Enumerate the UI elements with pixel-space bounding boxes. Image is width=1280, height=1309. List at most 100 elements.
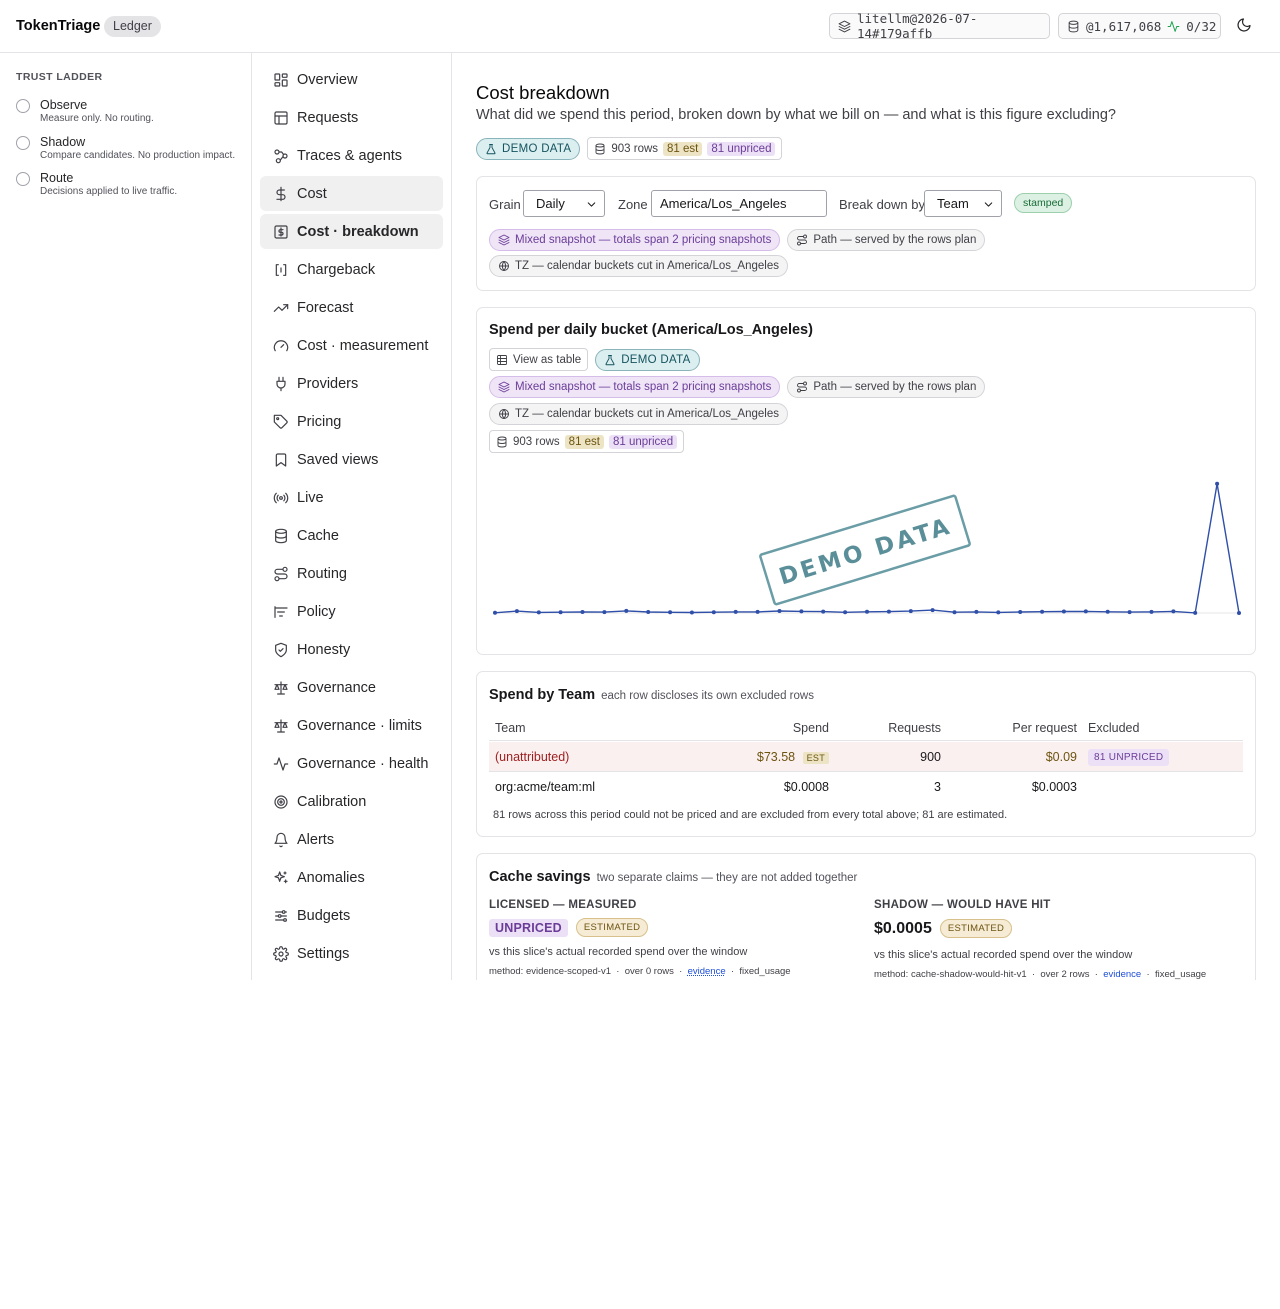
nav-item-cache[interactable]: Cache xyxy=(260,518,443,553)
data-point[interactable] xyxy=(514,609,519,614)
tz-label: TZ — calendar buckets cut in America/Los… xyxy=(515,260,779,272)
data-point[interactable] xyxy=(930,608,935,613)
nav-item-alerts[interactable]: Alerts xyxy=(260,822,443,857)
bookmark-icon xyxy=(273,452,289,468)
chart-provenance-chips: Mixed snapshot — totals span 2 pricing s… xyxy=(489,376,986,398)
data-point[interactable] xyxy=(624,608,629,613)
table-header: Team Spend Requests Per request Excluded xyxy=(489,719,1243,741)
nav-item-settings[interactable]: Settings xyxy=(260,936,443,971)
data-point[interactable] xyxy=(536,610,541,615)
data-point[interactable] xyxy=(777,609,782,613)
estimated-badge: ESTIMATED xyxy=(575,918,649,937)
nav-item-cost[interactable]: Cost xyxy=(260,176,443,211)
nav-item-cost-measurement[interactable]: Cost · measurement xyxy=(260,328,443,363)
col-per-request[interactable]: Per request xyxy=(1012,721,1077,735)
nav-item-saved-views[interactable]: Saved views xyxy=(260,442,443,477)
data-point[interactable] xyxy=(733,609,738,614)
data-point[interactable] xyxy=(1171,609,1176,614)
col-team[interactable]: Team xyxy=(495,721,526,735)
layers-icon xyxy=(838,20,851,33)
data-point[interactable] xyxy=(996,610,1001,615)
tag-icon xyxy=(273,414,289,430)
nav-item-governance[interactable]: Governance xyxy=(260,670,443,705)
licensed-desc: vs this slice's actual recorded spend ov… xyxy=(489,946,748,958)
col-excluded[interactable]: Excluded xyxy=(1088,721,1139,735)
nav-item-routing[interactable]: Routing xyxy=(260,556,443,591)
data-point[interactable] xyxy=(821,609,826,614)
mixed-snapshot-chip[interactable]: Mixed snapshot — totals span 2 pricing s… xyxy=(489,229,781,251)
data-point[interactable] xyxy=(602,610,607,615)
data-point[interactable] xyxy=(886,609,891,614)
radio-button[interactable] xyxy=(16,99,30,113)
data-point[interactable] xyxy=(1149,609,1154,614)
shadow-savings: SHADOW — WOULD HAVE HIT $0.0005 ESTIMATE… xyxy=(874,899,1244,980)
data-point[interactable] xyxy=(689,610,694,615)
nav-item-traces[interactable]: Traces & agents xyxy=(260,138,443,173)
nav-item-budgets[interactable]: Budgets xyxy=(260,898,443,933)
nav-item-calibration[interactable]: Calibration xyxy=(260,784,443,819)
data-point[interactable] xyxy=(952,610,957,615)
data-point[interactable] xyxy=(711,610,716,615)
radio-button[interactable] xyxy=(16,172,30,186)
data-point[interactable] xyxy=(865,609,869,614)
nav-item-governance-health[interactable]: Governance · health xyxy=(260,746,443,781)
data-point[interactable] xyxy=(646,610,651,614)
nav-item-anomalies[interactable]: Anomalies xyxy=(260,860,443,895)
ladder-option-desc: Measure only. No routing. xyxy=(40,113,154,124)
data-point[interactable] xyxy=(1127,610,1132,615)
nav-item-chargeback[interactable]: Chargeback xyxy=(260,252,443,287)
brand-logo[interactable]: TokenTriage xyxy=(16,18,100,34)
rows-summary-chip[interactable]: 903 rows 81 est 81 unpriced xyxy=(489,430,685,453)
table-row[interactable]: org:acme/team:ml $0.0008 3 $0.0003 xyxy=(489,772,1243,802)
nav-item-label: Alerts xyxy=(297,831,335,848)
evidence-link[interactable]: evidence xyxy=(688,966,726,977)
nav-item-requests[interactable]: Requests xyxy=(260,100,443,135)
nav-item-overview[interactable]: Overview xyxy=(260,62,443,97)
evidence-link[interactable]: evidence xyxy=(1103,969,1141,980)
path-chip[interactable]: Path — served by the rows plan xyxy=(787,376,986,398)
data-point[interactable] xyxy=(843,610,848,615)
data-point[interactable] xyxy=(1018,610,1023,614)
mixed-snapshot-chip[interactable]: Mixed snapshot — totals span 2 pricing s… xyxy=(489,376,781,398)
data-point[interactable] xyxy=(1193,610,1198,615)
view-as-table-button[interactable]: View as table xyxy=(489,348,589,371)
col-spend[interactable]: Spend xyxy=(793,721,829,735)
nav-item-live[interactable]: Live xyxy=(260,480,443,515)
data-point[interactable] xyxy=(755,609,760,614)
nav-item-policy[interactable]: Policy xyxy=(260,594,443,629)
table-row[interactable]: (unattributed) $73.58 EST 900 $0.09 81 U… xyxy=(489,742,1243,772)
nav-item-forecast[interactable]: Forecast xyxy=(260,290,443,325)
breakdown-select[interactable]: Team xyxy=(924,190,1002,217)
data-point[interactable] xyxy=(1061,609,1066,614)
zone-value: America/Los_Angeles xyxy=(660,196,787,211)
nav-item-pricing[interactable]: Pricing xyxy=(260,404,443,439)
nav-item-cost-breakdown[interactable]: Cost · breakdown xyxy=(260,214,443,249)
nav-item-honesty[interactable]: Honesty xyxy=(260,632,443,667)
data-point[interactable] xyxy=(799,609,804,614)
data-point[interactable] xyxy=(493,610,497,615)
theme-toggle-button[interactable] xyxy=(1236,17,1256,37)
radio-button[interactable] xyxy=(16,136,30,150)
nav-item-providers[interactable]: Providers xyxy=(260,366,443,401)
path-chip[interactable]: Path — served by the rows plan xyxy=(787,229,986,251)
col-requests[interactable]: Requests xyxy=(888,721,941,735)
data-point[interactable] xyxy=(1040,609,1045,614)
data-point[interactable] xyxy=(668,610,673,615)
rows-summary-chip[interactable]: 903 rows 81 est 81 unpriced xyxy=(587,137,783,160)
tz-chip[interactable]: TZ — calendar buckets cut in America/Los… xyxy=(489,403,788,425)
nav-item-governance-limits[interactable]: Governance · limits xyxy=(260,708,443,743)
data-point[interactable] xyxy=(974,609,979,614)
tz-chip[interactable]: TZ — calendar buckets cut in America/Los… xyxy=(489,255,788,277)
data-point[interactable] xyxy=(558,610,563,615)
row-count-indicator[interactable]: @1,617,068 0/32 xyxy=(1058,13,1221,39)
spend-line-chart[interactable]: DEMO DATA xyxy=(489,463,1245,628)
snapshot-indicator[interactable]: litellm@2026-07-14#179affb xyxy=(829,11,1050,41)
data-point[interactable] xyxy=(908,609,913,614)
grain-select[interactable]: Daily xyxy=(523,190,605,217)
data-point[interactable] xyxy=(1083,609,1088,614)
zone-input[interactable]: America/Los_Angeles xyxy=(651,190,827,217)
data-point[interactable] xyxy=(1215,481,1220,486)
data-point[interactable] xyxy=(580,610,585,614)
data-point[interactable] xyxy=(1237,611,1241,615)
data-point[interactable] xyxy=(1105,609,1110,614)
